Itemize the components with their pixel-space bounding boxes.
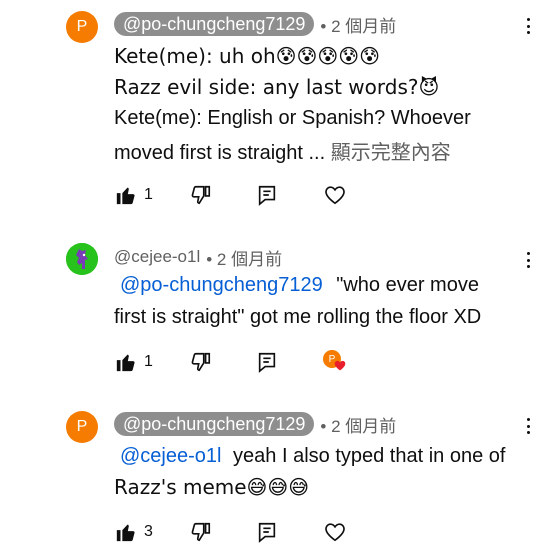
like-count: 3 [144,523,153,540]
comment-line: Razz evil side: any last words?😈 [114,75,440,99]
avatar[interactable] [66,243,98,275]
mention-link[interactable]: @cejee-o1l [120,445,221,467]
like-button[interactable] [114,520,138,544]
comment-line: Kete(me): uh oh😰😰😰😰😰 [114,44,380,68]
heart-icon [325,186,345,205]
avatar[interactable]: P [66,411,98,443]
thumbs-down-icon [191,352,210,372]
comment-line-truncated: moved first is straight ... 顯示完整內容 [114,138,534,169]
comment-actions: 1 [114,182,347,208]
like-button[interactable] [114,350,138,374]
comment-actions: 3 [114,519,347,545]
thumbs-up-icon [116,524,135,542]
comment-text: "who ever move [336,274,479,296]
timestamp: • 2 個月前 [320,16,397,36]
more-vert-icon[interactable] [520,16,536,36]
thumbs-up-icon [116,187,135,205]
comment-line: @po-chungcheng7129 "who ever move [120,270,540,301]
reply-button[interactable] [255,183,279,207]
dislike-button[interactable] [189,520,213,544]
timestamp: • 2 個月前 [206,249,283,269]
like-count: 1 [144,353,153,370]
avatar-image [66,243,98,275]
author-name[interactable]: @cejee-o1l [114,247,200,267]
avatar-letter: P [76,18,88,35]
comment-text: yeah I also typed that in one of [233,445,506,467]
heart-icon [325,523,345,542]
thumbs-down-icon [191,522,210,542]
more-vert-icon[interactable] [520,416,536,436]
creator-heart-badge: P [322,350,347,374]
mention-link[interactable]: @po-chungcheng7129 [120,274,323,296]
more-vert-icon[interactable] [520,250,536,270]
comment-line: first is straight" got me rolling the fl… [114,306,482,328]
timestamp: • 2 個月前 [320,416,397,436]
avatar[interactable]: P [66,11,98,43]
avatar-letter: P [76,418,88,435]
comment-header: @po-chungcheng7129 • 2 個月前 [114,412,396,436]
like-button[interactable] [114,183,138,207]
comment-line: @cejee-o1l yeah I also typed that in one… [120,441,540,472]
dislike-button[interactable] [189,183,213,207]
author-name[interactable]: @po-chungcheng7129 [114,12,315,36]
comment-header: @po-chungcheng7129 • 2 個月前 [114,12,396,36]
reply-icon [258,522,276,543]
heart-button[interactable] [323,183,347,207]
reply-icon [258,352,276,373]
reply-button[interactable] [255,350,279,374]
comment-actions: 1 P [114,349,347,375]
thumbs-up-icon [116,354,135,372]
comment-header: @cejee-o1l • 2 個月前 [114,245,282,269]
show-more-link[interactable]: 顯示完整內容 [331,142,451,164]
reply-icon [258,185,276,206]
comment-line: moved first is straight ... [114,142,326,164]
thumbs-down-icon [191,185,210,205]
reply-button[interactable] [255,520,279,544]
like-count: 1 [144,186,153,203]
comment-line: Kete(me): English or Spanish? Whoever [114,107,471,129]
heart-icon [334,360,346,371]
heart-button[interactable] [323,520,347,544]
author-name[interactable]: @po-chungcheng7129 [114,412,315,436]
dislike-button[interactable] [189,350,213,374]
comment-line: Razz's meme😅😅😅 [114,475,310,499]
